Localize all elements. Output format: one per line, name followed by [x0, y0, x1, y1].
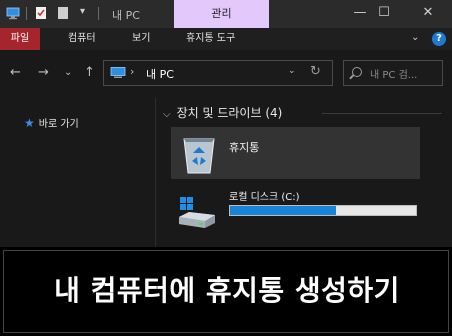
recycle-bin-icon	[183, 138, 215, 174]
breadcrumb-this-pc[interactable]: 내 PC	[146, 66, 174, 82]
search-input[interactable]: 내 PC 검...	[370, 66, 417, 81]
disk-usage-fill	[230, 206, 337, 215]
computer-icon[interactable]	[6, 6, 20, 20]
star-icon: ★	[24, 116, 35, 130]
local-disk-label: 로컬 디스크 (C:)	[229, 192, 300, 203]
help-icon[interactable]: ?	[432, 32, 446, 46]
local-disk-item[interactable]: 로컬 디스크 (C:)	[171, 185, 431, 237]
breadcrumb-separator-icon[interactable]: ›	[130, 65, 134, 78]
devices-group-header[interactable]: ⌵ 장치 및 드라이브 (4)	[163, 104, 282, 121]
title-bar: ▾ 내 PC 관리 — ☐ ✕	[0, 0, 452, 28]
quick-access-item[interactable]: ★ 바로 가기	[24, 115, 79, 130]
search-box[interactable]: 내 PC 검...	[343, 60, 443, 86]
recent-locations-button[interactable]: ⌄	[64, 67, 72, 78]
caption-area: 내 컴퓨터에 휴지통 생성하기	[0, 247, 452, 336]
group-divider	[322, 113, 442, 114]
customize-toolbar-icon[interactable]: ▾	[80, 6, 94, 20]
search-icon	[352, 67, 362, 77]
tab-manage[interactable]: 관리	[174, 0, 269, 28]
tab-view[interactable]: 보기	[132, 28, 150, 50]
local-disk-icon	[179, 197, 215, 228]
computer-icon	[110, 67, 126, 78]
navigation-bar: ← → ⌄ ↑ › 내 PC ⌄ ↻ 내 PC 검...	[0, 50, 452, 98]
quick-access-label: 바로 가기	[38, 119, 79, 130]
expand-ribbon-icon[interactable]: ⌄	[411, 32, 419, 43]
address-dropdown-icon[interactable]: ⌄	[288, 66, 296, 76]
collapse-group-icon[interactable]: ⌵	[163, 109, 171, 120]
divider	[26, 7, 27, 20]
window-title: 내 PC	[112, 9, 140, 22]
group-title: 장치 및 드라이브 (4)	[176, 106, 283, 120]
back-button[interactable]: ←	[10, 65, 21, 80]
close-button[interactable]: ✕	[410, 0, 446, 28]
ribbon-tab-bar: 파일 컴퓨터 보기 휴지통 도구 ⌄ ?	[0, 28, 452, 50]
pane-splitter[interactable]	[155, 98, 156, 247]
properties-icon[interactable]	[34, 6, 48, 20]
refresh-button[interactable]: ↻	[310, 64, 321, 79]
disk-usage-bar	[229, 205, 417, 216]
tab-computer[interactable]: 컴퓨터	[68, 28, 96, 50]
tab-recycle-bin-tools[interactable]: 휴지통 도구	[186, 28, 235, 50]
divider	[98, 7, 99, 20]
explorer-window: ▾ 내 PC 관리 — ☐ ✕ 파일 컴퓨터 보기 휴지통 도구 ⌄ ? ← →…	[0, 0, 452, 247]
caption-text: 내 컴퓨터에 휴지통 생성하기	[54, 274, 400, 307]
forward-button[interactable]: →	[38, 65, 49, 80]
tab-file[interactable]: 파일	[0, 28, 40, 50]
new-folder-icon[interactable]	[56, 6, 70, 20]
up-button[interactable]: ↑	[84, 65, 95, 80]
maximize-button[interactable]: ☐	[366, 0, 402, 28]
recycle-bin-item[interactable]: 휴지통	[171, 127, 420, 179]
caption-box: 내 컴퓨터에 휴지통 생성하기	[3, 250, 449, 333]
navigation-pane: ★ 바로 가기	[0, 98, 155, 247]
recycle-bin-label: 휴지통	[229, 141, 260, 154]
address-bar[interactable]: › 내 PC ⌄ ↻	[103, 60, 333, 86]
